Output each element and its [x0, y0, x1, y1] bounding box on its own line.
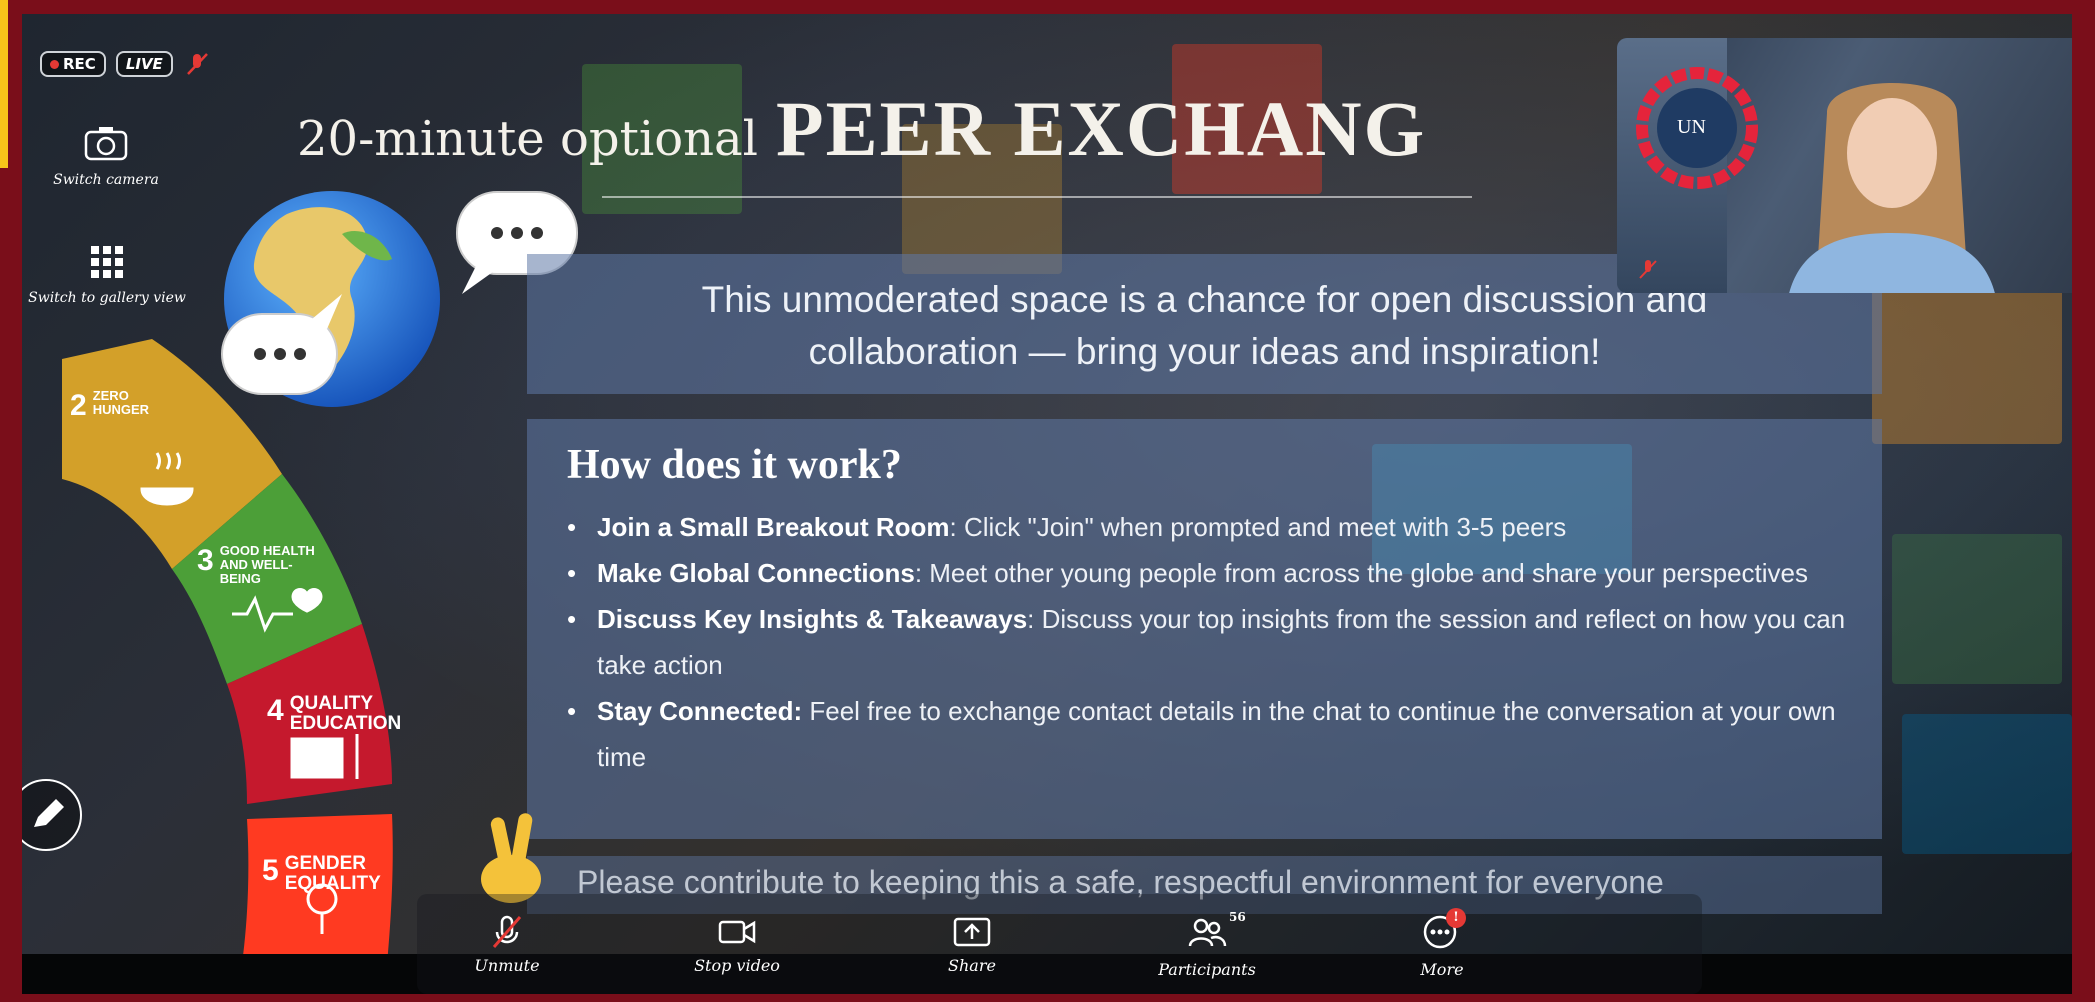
unmute-label: Unmute	[474, 956, 540, 975]
mic-muted-icon	[492, 915, 522, 948]
grid-icon	[91, 246, 123, 278]
item-text: : Meet other young people from across th…	[914, 558, 1809, 588]
item-heading: Stay Connected:	[597, 696, 803, 726]
sdg-goal3-number: 3	[197, 544, 214, 577]
more-label: More	[1420, 960, 1464, 979]
speaker-video-tile[interactable]: UN	[1617, 38, 2072, 293]
unmute-button[interactable]: Unmute	[417, 914, 597, 975]
participants-count: 56	[1229, 910, 1246, 924]
item-heading: Join a Small Breakout Room	[597, 512, 950, 542]
un-logo-text: UN	[1677, 116, 1706, 138]
meeting-control-bar: Unmute Stop video Share 56 Participants …	[417, 894, 1702, 994]
sdg-goal5-label: GENDER EQUALITY	[284, 853, 381, 894]
participants-label: Participants	[1158, 960, 1256, 979]
more-button[interactable]: ! More	[1352, 908, 1532, 979]
share-label: Share	[948, 956, 996, 975]
bg-tile	[1892, 534, 2062, 684]
list-item: Join a Small Breakout Room: Click "Join"…	[567, 504, 1857, 550]
sdg-goal4-number: 4	[267, 694, 284, 727]
app-frame: 20-minute optional PEER EXCHANG This unm…	[0, 0, 2095, 1002]
rec-badge: REC	[40, 51, 106, 77]
share-button[interactable]: Share	[882, 914, 1062, 975]
item-heading: Make Global Connections	[597, 558, 915, 588]
sdg-goal3: 3 GOOD HEALTH AND WELL-BEING	[197, 544, 330, 586]
sdg-goal2-label: ZERO HUNGER	[92, 388, 150, 417]
gallery-view-label: Switch to gallery view	[28, 290, 186, 306]
sdg-goal4-label: QUALITY EDUCATION	[289, 693, 402, 734]
window-accent	[0, 0, 8, 168]
item-text: : Click "Join" when prompted and meet wi…	[949, 512, 1567, 542]
rec-label: REC	[63, 55, 96, 73]
how-it-works-panel: How does it work? Join a Small Breakout …	[527, 419, 1882, 839]
more-alert-badge: !	[1446, 908, 1466, 928]
live-badge: LIVE	[115, 51, 173, 77]
slide-title-bold: PEER EXCHANG	[776, 85, 1427, 172]
share-screen-icon	[953, 917, 991, 947]
annotate-button[interactable]	[22, 779, 82, 851]
title-divider	[602, 196, 1472, 198]
more-icon-wrap: !	[1422, 908, 1466, 956]
list-item: Discuss Key Insights & Takeaways: Discus…	[567, 596, 1857, 688]
stop-video-label: Stop video	[694, 956, 780, 975]
video-camera-icon	[718, 920, 756, 944]
speaker-avatar	[1789, 83, 1995, 293]
intro-line: collaboration — bring your ideas and ins…	[808, 331, 1601, 372]
participants-icon-wrap: 56	[1187, 910, 1246, 956]
gallery-view-button[interactable]: Switch to gallery view	[22, 244, 192, 306]
list-item: Stay Connected: Feel free to exchange co…	[567, 688, 1857, 780]
bg-tile	[1902, 714, 2072, 854]
camera-switch-icon	[84, 127, 128, 161]
participants-icon	[1188, 918, 1227, 947]
sdg-goal2-number: 2	[70, 389, 87, 422]
sdg-goal3-label: GOOD HEALTH AND WELL-BEING	[219, 543, 315, 586]
video-stage: 20-minute optional PEER EXCHANG This unm…	[22, 14, 2072, 994]
switch-camera-label: Switch camera	[53, 172, 159, 188]
muted-mic-icon	[186, 53, 208, 75]
recording-status: REC LIVE	[40, 50, 211, 78]
switch-camera-button[interactable]: Switch camera	[46, 124, 166, 188]
how-list: Join a Small Breakout Room: Click "Join"…	[567, 504, 1857, 780]
stop-video-button[interactable]: Stop video	[647, 914, 827, 975]
sdg-goal4: 4 QUALITY EDUCATION	[267, 693, 402, 734]
slide-title: 20-minute optional PEER EXCHANG	[297, 84, 1426, 174]
item-heading: Discuss Key Insights & Takeaways	[597, 604, 1028, 634]
pip-muted-mic-icon	[1639, 260, 1657, 279]
bg-tile	[1872, 284, 2062, 444]
sdg-goal5-number: 5	[262, 854, 279, 887]
pencil-icon	[34, 799, 64, 827]
slide-title-light: 20-minute optional	[297, 111, 758, 167]
how-title: How does it work?	[567, 442, 902, 488]
sdg-goal5: 5 GENDER EQUALITY	[262, 853, 381, 894]
participants-button[interactable]: 56 Participants	[1117, 910, 1297, 979]
sdg-goal2: 2 ZERO HUNGER	[70, 388, 150, 423]
rec-dot-icon	[50, 60, 59, 69]
list-item: Make Global Connections: Meet other youn…	[567, 550, 1857, 596]
